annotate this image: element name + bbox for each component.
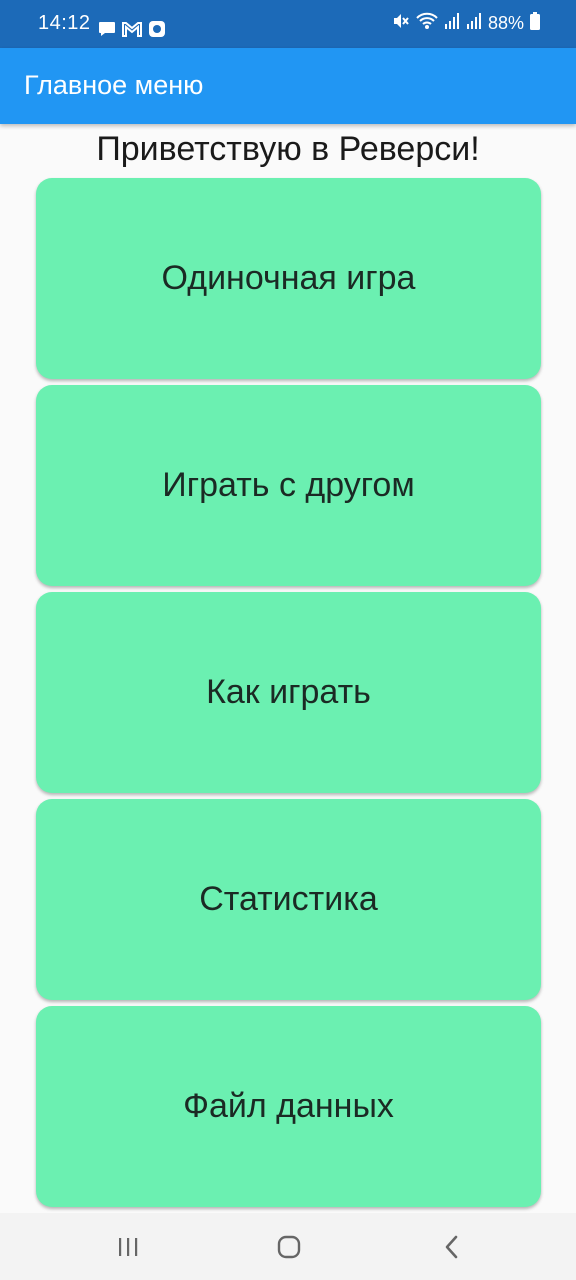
- battery-icon: [530, 12, 540, 35]
- status-time: 14:12: [38, 12, 91, 34]
- recent-apps-icon[interactable]: [112, 1231, 144, 1263]
- data-file-button[interactable]: Файл данных: [36, 1006, 541, 1207]
- single-game-button[interactable]: Одиночная игра: [36, 178, 541, 379]
- status-right: 88%: [392, 12, 540, 35]
- play-with-friend-button[interactable]: Играть с другом: [36, 385, 541, 586]
- chat-icon: [98, 21, 116, 42]
- how-to-play-button[interactable]: Как играть: [36, 592, 541, 793]
- nav-bar: [0, 1213, 576, 1280]
- mute-icon: [392, 12, 410, 35]
- gmail-icon: [122, 21, 142, 42]
- app-bar: Главное меню: [0, 48, 576, 124]
- home-icon[interactable]: [273, 1231, 305, 1263]
- notification-icons: [98, 20, 166, 43]
- status-bar: 14:12 88%: [0, 0, 576, 48]
- main-menu: Одиночная игра Играть с другом Как играт…: [36, 178, 541, 1213]
- statistics-button[interactable]: Статистика: [36, 799, 541, 1000]
- app-title: Главное меню: [24, 70, 204, 100]
- signal-icon: [466, 12, 482, 35]
- welcome-text: Приветствую в Реверси!: [96, 130, 480, 168]
- battery-percent: 88%: [487, 13, 524, 33]
- app-icon: [148, 20, 166, 43]
- back-icon[interactable]: [436, 1231, 468, 1263]
- wifi-icon: [416, 12, 438, 35]
- signal-icon: [444, 12, 460, 35]
